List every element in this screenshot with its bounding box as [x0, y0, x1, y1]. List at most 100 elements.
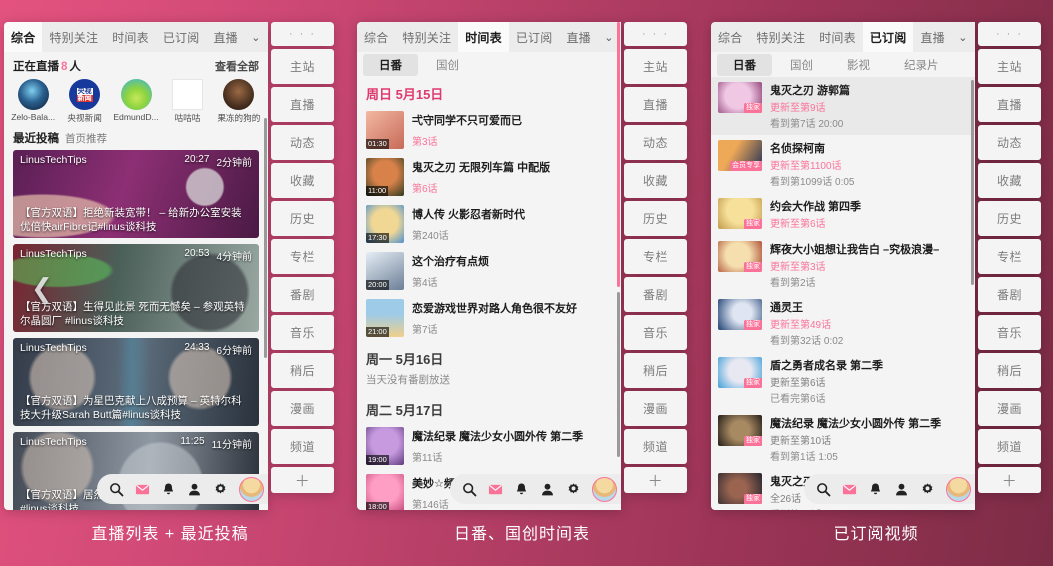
- subtab-jilupian[interactable]: 纪录片: [888, 54, 955, 76]
- scrollbar[interactable]: [617, 292, 620, 457]
- subtab-guochuang[interactable]: 国创: [774, 54, 829, 76]
- scrollbar[interactable]: [971, 80, 974, 285]
- rail-item-dongtai[interactable]: 动态: [271, 125, 334, 160]
- search-icon[interactable]: [816, 482, 831, 497]
- rail-item-manhua[interactable]: 漫画: [271, 391, 334, 426]
- live-user[interactable]: 果冻的狗的: [214, 79, 264, 124]
- carousel-prev-icon[interactable]: ❮: [31, 275, 53, 301]
- mail-icon[interactable]: [488, 482, 503, 497]
- live-user[interactable]: EdmundD...: [111, 79, 161, 124]
- subscription-item[interactable]: 会员专享 名侦探柯南 更新至第1100话 看到第1099话 0:05: [711, 135, 975, 193]
- tab-zhibo[interactable]: 直播: [913, 22, 951, 52]
- rail-item-yinyue[interactable]: 音乐: [271, 315, 334, 350]
- user-icon[interactable]: [894, 482, 909, 497]
- post-card[interactable]: LinusTechTips 20:27 2分钟前 【官方双语】拒绝新装宽带！ –…: [13, 150, 259, 238]
- avatar[interactable]: [223, 79, 255, 110]
- tab-zonghe[interactable]: 综合: [4, 22, 43, 52]
- chevron-down-icon[interactable]: ⌄: [952, 22, 974, 52]
- rail-item-lishi[interactable]: 历史: [624, 201, 687, 236]
- rail-item-manhua[interactable]: 漫画: [978, 391, 1041, 426]
- live-user[interactable]: Zelo-Bala...: [8, 79, 58, 124]
- tab-tebiguanzhu[interactable]: 特别关注: [42, 22, 105, 52]
- rail-item-pindao[interactable]: 频道: [271, 429, 334, 464]
- scrollbar-track-top[interactable]: [617, 22, 620, 287]
- user-icon[interactable]: [540, 482, 555, 497]
- timetable-item[interactable]: 11:00 鬼灭之刃 无限列车篇 中配版 第6话: [357, 154, 621, 201]
- tab-shijianbiao[interactable]: 时间表: [105, 22, 156, 52]
- live-user[interactable]: 咕咕咕: [162, 79, 212, 124]
- rail-more-button[interactable]: · · ·: [271, 22, 334, 46]
- rail-item-lishi[interactable]: 历史: [271, 201, 334, 236]
- rail-item-fanju[interactable]: 番剧: [978, 277, 1041, 312]
- timetable-item[interactable]: 20:00 这个治疗有点烦 第4话: [357, 248, 621, 295]
- rail-item-fanju[interactable]: 番剧: [624, 277, 687, 312]
- bell-icon[interactable]: [161, 482, 176, 497]
- subscription-item[interactable]: 独家 约会大作战 第四季 更新至第6话: [711, 193, 975, 236]
- rail-item-yinyue[interactable]: 音乐: [624, 315, 687, 350]
- tab-zonghe[interactable]: 综合: [357, 22, 395, 52]
- tab-tebiguanzhu[interactable]: 特别关注: [749, 22, 812, 52]
- bell-icon[interactable]: [868, 482, 883, 497]
- rail-add-button[interactable]: ＋: [271, 467, 334, 493]
- gear-icon[interactable]: [213, 482, 228, 497]
- subtab-riban[interactable]: 日番: [363, 53, 418, 76]
- tab-yidingyue[interactable]: 已订阅: [156, 22, 207, 52]
- rail-more-button[interactable]: · · ·: [624, 22, 687, 46]
- timetable-item[interactable]: 17:30 博人传 火影忍者新时代 第240话: [357, 201, 621, 248]
- tab-yidingyue[interactable]: 已订阅: [862, 22, 914, 52]
- rail-item-zhuzhan[interactable]: 主站: [271, 49, 334, 84]
- timetable-item[interactable]: 01:30 弌守同学不只可爱而已 第3话: [357, 107, 621, 154]
- rail-item-zhuanlan[interactable]: 专栏: [271, 239, 334, 274]
- posts-subtitle[interactable]: 首页推荐: [65, 131, 107, 146]
- subtab-riban[interactable]: 日番: [717, 53, 772, 76]
- post-card[interactable]: LinusTechTips 24:33 6分钟前 【官方双语】为星巴克献上八成预…: [13, 338, 259, 426]
- subtab-yingshi[interactable]: 影视: [831, 54, 886, 76]
- tab-yidingyue[interactable]: 已订阅: [509, 22, 560, 52]
- tab-tebiguanzhu[interactable]: 特别关注: [395, 22, 458, 52]
- timetable-item[interactable]: 19:00 魔法纪录 魔法少女小圆外传 第二季 第11话: [357, 423, 621, 470]
- mail-icon[interactable]: [135, 482, 150, 497]
- subtab-guochuang[interactable]: 国创: [420, 54, 475, 76]
- search-icon[interactable]: [109, 482, 124, 497]
- rail-item-zhuzhan[interactable]: 主站: [978, 49, 1041, 84]
- avatar[interactable]: 央视 新闻: [69, 79, 101, 110]
- rail-item-shaohou[interactable]: 稍后: [271, 353, 334, 388]
- tab-zhibo[interactable]: 直播: [206, 22, 244, 52]
- rail-item-yinyue[interactable]: 音乐: [978, 315, 1041, 350]
- post-card[interactable]: ❮ LinusTechTips 20:53 4分钟前 【官方双语】生得见此景 死…: [13, 244, 259, 332]
- search-icon[interactable]: [462, 482, 477, 497]
- tab-shijianbiao[interactable]: 时间表: [812, 22, 863, 52]
- rail-item-shoucang[interactable]: 收藏: [978, 163, 1041, 198]
- scrollbar[interactable]: [264, 118, 267, 358]
- bell-icon[interactable]: [514, 482, 529, 497]
- rail-item-zhuanlan[interactable]: 专栏: [624, 239, 687, 274]
- rail-add-button[interactable]: ＋: [978, 467, 1041, 493]
- rail-item-shaohou[interactable]: 稍后: [978, 353, 1041, 388]
- tab-zonghe[interactable]: 综合: [711, 22, 749, 52]
- live-user[interactable]: 央视 新闻 央视新闻: [59, 79, 109, 124]
- avatar[interactable]: [592, 476, 617, 502]
- avatar[interactable]: [946, 476, 971, 502]
- avatar[interactable]: [17, 79, 49, 110]
- rail-item-shoucang[interactable]: 收藏: [624, 163, 687, 198]
- rail-item-zhibo[interactable]: 直播: [624, 87, 687, 122]
- rail-item-pindao[interactable]: 频道: [978, 429, 1041, 464]
- view-all-link[interactable]: 查看全部: [215, 58, 259, 74]
- gear-icon[interactable]: [566, 482, 581, 497]
- rail-item-dongtai[interactable]: 动态: [978, 125, 1041, 160]
- user-icon[interactable]: [187, 482, 202, 497]
- rail-item-shaohou[interactable]: 稍后: [624, 353, 687, 388]
- rail-more-button[interactable]: · · ·: [978, 22, 1041, 46]
- tab-zhibo[interactable]: 直播: [559, 22, 597, 52]
- tab-shijianbiao[interactable]: 时间表: [458, 22, 509, 52]
- rail-item-zhuanlan[interactable]: 专栏: [978, 239, 1041, 274]
- avatar[interactable]: [120, 79, 152, 110]
- timetable-item[interactable]: 21:00 恋爱游戏世界对路人角色很不友好 第7话: [357, 295, 621, 342]
- rail-item-zhibo[interactable]: 直播: [978, 87, 1041, 122]
- subscription-item[interactable]: 独家 鬼灭之刃 游郭篇 更新至第9话 看到第7话 20:00: [711, 77, 975, 135]
- subscription-item[interactable]: 独家 通灵王 更新至第49话 看到第32话 0:02: [711, 294, 975, 352]
- avatar[interactable]: [171, 79, 203, 110]
- rail-item-zhuzhan[interactable]: 主站: [624, 49, 687, 84]
- rail-item-pindao[interactable]: 频道: [624, 429, 687, 464]
- rail-item-zhibo[interactable]: 直播: [271, 87, 334, 122]
